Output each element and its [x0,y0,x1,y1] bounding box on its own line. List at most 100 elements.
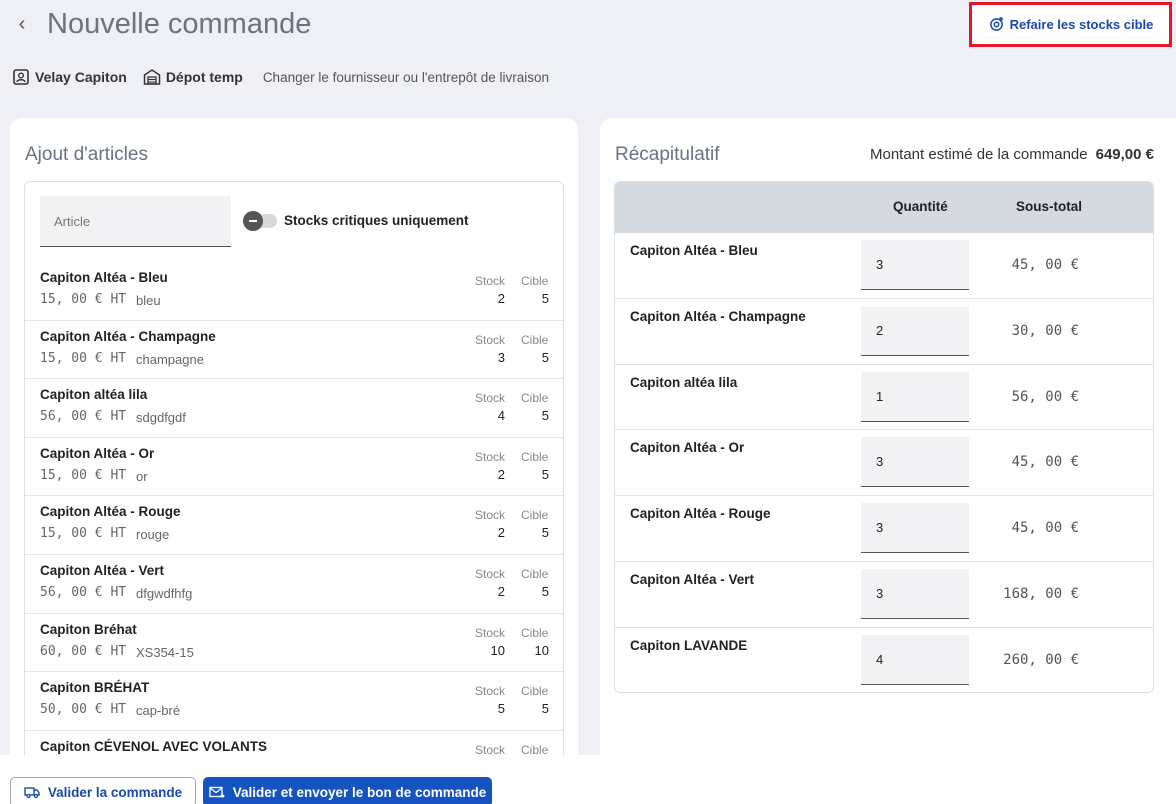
stock-header: Stock [475,332,506,347]
summary-panel: Récapitulatif Montant estimé de la comma… [600,118,1176,804]
stock-header: Stock [475,684,506,699]
article-name: Capiton Altéa - Rouge [40,504,181,520]
quantity-field[interactable] [861,503,969,554]
quantity-field[interactable] [861,437,969,488]
article-name: Capiton CÉVENOL AVEC VOLANTS [40,738,268,754]
quantity-field[interactable] [861,240,969,290]
cible-value: 5 [541,291,549,306]
stock-header: Stock [475,625,506,640]
subtotal-value: 56, 00 € [1011,388,1079,405]
summary-item-name: Capiton LAVANDE [630,637,748,653]
warehouse-info: Dépot temp [143,68,243,86]
cible-header: Cible [521,566,549,581]
validate-order-button[interactable]: Valider la commande [10,777,196,804]
stock-header: Stock [475,274,506,288]
back-chevron-icon[interactable]: ‹ [14,12,30,36]
article-name: Capiton Altéa - Bleu [40,270,168,285]
summary-item-name: Capiton altéa lila [630,374,738,390]
quantity-field[interactable] [861,305,969,356]
article-ref: sdgdfgdf [136,410,186,426]
estimated-total: Montant estimé de la commande 649,00 € [870,146,1154,163]
validate-order-label: Valider la commande [47,784,183,800]
article-row[interactable]: Capiton Altéa - Or 15, 00 € HT or Stock … [25,438,563,497]
change-supplier-link[interactable]: Changer le fournisseur ou l'entrepôt de … [263,70,549,85]
articles-list-container: Stocks critiques uniquement Capiton Alté… [24,181,564,801]
article-ref: champagne [136,351,204,367]
cible-header: Cible [521,391,549,406]
redo-target-stocks-label: Refaire les stocks cible [1009,17,1154,32]
redo-highlight-frame: Refaire les stocks cible [969,2,1172,47]
stock-value: 2 [497,525,505,541]
stock-value: 2 [497,291,505,306]
toggle-track[interactable] [243,210,277,231]
footer-action-bar: Valider la commande Valider et envoyer l… [0,755,1176,804]
article-row[interactable]: Capiton altéa lila 56, 00 € HT sdgdfgdf … [25,379,563,438]
redo-target-stocks-button[interactable]: Refaire les stocks cible [978,11,1164,38]
warehouse-name: Dépot temp [165,69,243,85]
article-name: Capiton altéa lila [40,387,148,403]
summary-item-name: Capiton Altéa - Champagne [630,308,806,324]
stock-value: 4 [497,408,505,424]
supplier-info: Velay Capiton [12,68,127,86]
summary-row: Capiton Altéa - Rouge 45, 00 € [615,496,1153,562]
toggle-knob-icon[interactable] [243,210,263,231]
subtotal-value: 45, 00 € [1011,257,1079,273]
summary-item-name: Capiton Altéa - Bleu [630,243,758,258]
summary-row: Capiton Altéa - Champagne 30, 00 € [615,299,1153,365]
stock-header: Stock [475,566,506,581]
quantity-input[interactable] [876,585,956,601]
quantity-input[interactable] [876,651,956,667]
cible-value: 5 [541,466,549,482]
summary-row: Capiton Altéa - Vert 168, 00 € [615,562,1153,628]
summary-title: Récapitulatif [615,144,720,165]
cible-value: 5 [541,583,549,599]
quantity-input[interactable] [876,322,956,338]
quantity-field[interactable] [861,371,969,422]
summary-row: Capiton Altéa - Or 45, 00 € [615,430,1153,497]
quantity-field[interactable] [861,568,969,619]
article-name: Capiton Altéa - Vert [40,562,165,578]
quantity-input[interactable] [876,257,956,272]
article-price: 56, 00 € HT [40,584,127,600]
quantity-input[interactable] [876,454,956,470]
article-price: 15, 00 € HT [40,350,127,366]
article-row[interactable]: Capiton BRÉHAT 50, 00 € HT cap-bré Stock… [25,672,563,731]
article-row[interactable]: Capiton Altéa - Vert 56, 00 € HT dfgwdfh… [25,555,563,614]
article-name: Capiton Altéa - Or [40,445,155,461]
quantity-field[interactable] [861,634,969,685]
article-row[interactable]: Capiton Altéa - Bleu 15, 00 € HT bleu St… [25,262,563,321]
article-search-field[interactable] [40,196,231,247]
subtotal-value: 45, 00 € [1011,454,1079,471]
article-price: 15, 00 € HT [40,526,127,542]
article-name: Capiton BRÉHAT [40,680,150,696]
summary-item-name: Capiton Altéa - Rouge [630,506,771,522]
validate-and-send-button[interactable]: Valider et envoyer le bon de commande [203,777,492,804]
subtotal-value: 45, 00 € [1011,520,1079,537]
critical-stock-toggle[interactable]: Stocks critiques uniquement [243,210,469,231]
subtotal-value: 168, 00 € [1003,585,1079,602]
summary-table-header: Quantité Sous-total [615,182,1153,233]
article-row[interactable]: Capiton Bréhat 60, 00 € HT XS354-15 Stoc… [25,614,563,673]
quantity-input[interactable] [876,388,956,404]
article-price: 15, 00 € HT [40,292,127,307]
article-ref: or [136,468,148,484]
subtotal-column-header: Sous-total [1016,199,1082,214]
article-row[interactable]: Capiton Altéa - Champagne 15, 00 € HT ch… [25,321,563,380]
article-row[interactable]: Capiton Altéa - Rouge 15, 00 € HT rouge … [25,496,563,555]
mail-send-icon [209,786,225,798]
summary-table: Quantité Sous-total Capiton Altéa - Bleu… [614,181,1154,693]
article-ref: rouge [136,527,170,543]
cible-header: Cible [521,684,549,699]
page-header: ‹ Nouvelle commande Refaire les stocks c… [0,0,1176,56]
add-articles-title: Ajout d'articles [25,144,148,165]
estimated-total-value: 649,00 € [1095,146,1154,163]
cible-header: Cible [521,449,549,464]
article-ref: XS354-15 [136,644,194,660]
article-ref: cap-bré [136,703,181,719]
article-search-input[interactable] [54,213,217,229]
stock-value: 2 [497,466,505,482]
stock-header: Stock [475,508,506,523]
cible-header: Cible [521,508,549,523]
quantity-input[interactable] [876,520,956,536]
summary-row: Capiton LAVANDE 260, 00 € [615,628,1153,692]
